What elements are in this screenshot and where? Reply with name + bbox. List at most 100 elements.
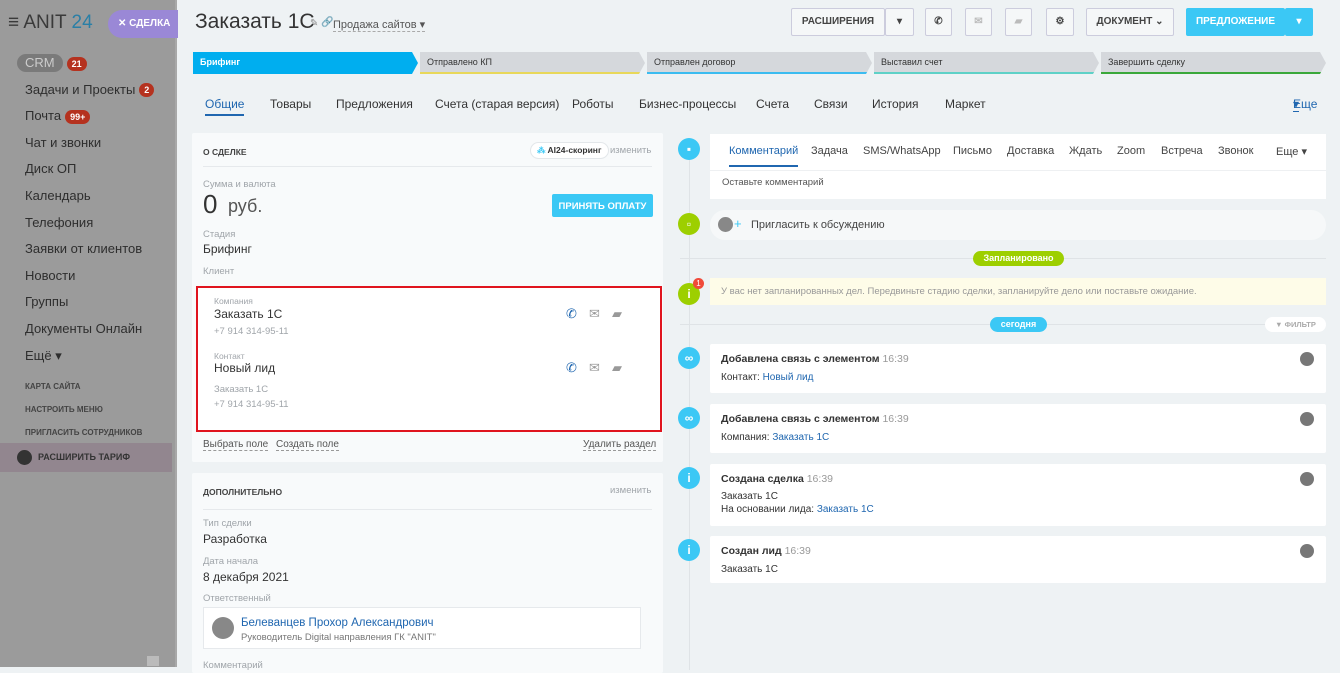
tab-wait[interactable]: Ждать (1069, 145, 1102, 157)
comment-input[interactable]: Оставьте комментарий (722, 177, 824, 188)
proposal-button[interactable]: ПРЕДЛОЖЕНИЕ (1186, 8, 1285, 36)
label: Ответственный (203, 593, 271, 604)
chat-icon[interactable]: ▰ (1005, 8, 1032, 36)
sidebar-item-calendar[interactable]: Календарь (0, 183, 177, 210)
responsible-name[interactable]: Белеванцев Прохор Александрович (241, 617, 434, 629)
phone-icon[interactable]: ✆ (566, 306, 577, 322)
edit-icon[interactable]: ✎ (310, 18, 318, 29)
stage-kp-sent[interactable]: Отправлено КП (420, 52, 645, 74)
tab-invoices[interactable]: Счета (756, 97, 789, 111)
label: Почта (25, 108, 62, 124)
phone-icon[interactable]: ✆ (566, 360, 577, 376)
event-link[interactable]: Заказать 1С (817, 504, 874, 515)
event-time: 16:39 (806, 473, 833, 485)
sidebar-item-news[interactable]: Новости (0, 263, 177, 290)
tab-proposals[interactable]: Предложения (336, 97, 413, 111)
sidebar-item-documents[interactable]: Документы Онлайн (0, 316, 177, 343)
mail-icon[interactable]: ✉ (589, 360, 600, 376)
label: Еще (1276, 146, 1299, 158)
sidebar-item-disk[interactable]: Диск ОП (0, 156, 177, 183)
filter-button[interactable]: ▼ ФИЛЬТР (1265, 317, 1326, 332)
tab-delivery[interactable]: Доставка (1007, 145, 1054, 157)
event-link[interactable]: Заказать 1С (772, 432, 829, 443)
tab-meeting[interactable]: Встреча (1161, 145, 1203, 157)
stage-briefing[interactable]: Брифинг (193, 52, 418, 74)
link-icon[interactable]: 🔗 (321, 17, 333, 28)
mail-icon[interactable]: ✉ (589, 306, 600, 322)
extensions-button[interactable]: РАСШИРЕНИЯ (791, 8, 885, 36)
tab-letter[interactable]: Письмо (953, 145, 992, 157)
category-select[interactable]: Продажа сайтов ▾ (333, 18, 426, 32)
print-icon[interactable] (147, 656, 159, 666)
contact-company: Заказать 1С (214, 384, 269, 395)
create-field-link[interactable]: Создать поле (276, 439, 339, 451)
tab-more[interactable]: Еще ▾ (1276, 145, 1307, 158)
sidebar-item-more[interactable]: Ещё ▾ (0, 343, 177, 370)
chat-icon[interactable]: ▰ (612, 306, 622, 322)
divider (203, 166, 652, 167)
stage-complete[interactable]: Завершить сделку (1101, 52, 1326, 74)
tab-history[interactable]: История (872, 97, 919, 111)
scoring-icon: ⁂ (537, 145, 548, 155)
invite-discussion[interactable]: + Пригласить к обсуждению (710, 210, 1326, 240)
sidebar-item-mail[interactable]: Почта 99+ (0, 103, 177, 130)
stage-contract-sent[interactable]: Отправлен договор (647, 52, 872, 74)
tab-general[interactable]: Общие (205, 97, 245, 116)
logo[interactable]: ≡ ANIT 24 (8, 12, 93, 34)
timeline-event: Добавлена связь с элементом 16:39 Компан… (710, 404, 1326, 453)
edit-link[interactable]: изменить (610, 485, 651, 496)
chat-icon[interactable]: ▰ (612, 360, 622, 376)
tab-robots[interactable]: Роботы (572, 97, 614, 111)
company-phone[interactable]: +7 914 314-95-11 (214, 326, 289, 337)
sidebar-item-requests[interactable]: Заявки от клиентов (0, 236, 177, 263)
tab-market[interactable]: Маркет (945, 97, 986, 111)
sidebar-item-telephony[interactable]: Телефония (0, 210, 177, 237)
mail-icon[interactable]: ✉ (965, 8, 992, 36)
phone-icon[interactable]: ✆ (925, 8, 952, 36)
sidebar-item-groups[interactable]: Группы (0, 289, 177, 316)
tab-comment[interactable]: Комментарий (729, 145, 799, 167)
deal-card: О СДЕЛКЕ ⁂ AI24-скоринг изменить Сумма и… (192, 133, 663, 462)
extensions-dropdown[interactable]: ▾ (885, 8, 914, 36)
timeline-event: Добавлена связь с элементом 16:39 Контак… (710, 344, 1326, 393)
tab-task[interactable]: Задача (811, 145, 848, 157)
tab-invoices-old[interactable]: Счета (старая версия) (435, 97, 559, 111)
configure-menu-link[interactable]: НАСТРОИТЬ МЕНЮ (25, 405, 103, 414)
edit-link[interactable]: изменить (610, 145, 651, 156)
tab-zoom[interactable]: Zoom (1117, 145, 1145, 157)
tab-products[interactable]: Товары (270, 97, 311, 111)
close-deal-tab[interactable]: ✕ СДЕЛКА (108, 10, 178, 38)
label: Задачи и Проекты (25, 81, 136, 97)
event-link[interactable]: Заказать 1С (721, 564, 778, 575)
tab-sms[interactable]: SMS/WhatsApp (863, 145, 941, 157)
proposal-dropdown[interactable]: ▾ (1285, 8, 1313, 36)
sidebar-item-tasks[interactable]: Задачи и Проекты 2 (0, 77, 177, 104)
contact-phone[interactable]: +7 914 314-95-11 (214, 399, 289, 410)
avatar (718, 217, 733, 232)
responsible-card[interactable]: Белеванцев Прохор Александрович Руководи… (203, 607, 641, 649)
invite-link[interactable]: ПРИГЛАСИТЬ СОТРУДНИКОВ (25, 428, 142, 437)
sitemap-link[interactable]: КАРТА САЙТА (25, 382, 81, 391)
tab-call[interactable]: Звонок (1218, 145, 1254, 157)
sidebar-item-chat[interactable]: Чат и звонки (0, 130, 177, 157)
gear-icon[interactable]: ⚙ (1046, 8, 1074, 36)
tab-more[interactable]: Еще ▾ (1293, 97, 1317, 112)
delete-section-link[interactable]: Удалить раздел (583, 439, 657, 451)
crown-icon (17, 450, 32, 465)
accept-payment-button[interactable]: ПРИНЯТЬ ОПЛАТУ (552, 194, 653, 217)
label: Комментарий (203, 660, 263, 671)
page-title: Заказать 1С (195, 10, 315, 33)
tab-links[interactable]: Связи (814, 97, 848, 111)
event-link[interactable]: Новый лид (763, 372, 814, 383)
document-button[interactable]: ДОКУМЕНТ ⌄ (1086, 8, 1174, 36)
sidebar-item-crm[interactable]: CRM 21 (0, 50, 177, 77)
select-field-link[interactable]: Выбрать поле (203, 439, 269, 451)
ai-scoring-button[interactable]: ⁂ AI24-скоринг (530, 142, 609, 159)
stage-invoice[interactable]: Выставил счет (874, 52, 1099, 74)
avatar (1300, 352, 1314, 366)
contact-name[interactable]: Новый лид (214, 361, 275, 375)
label: Клиент (203, 266, 235, 277)
extend-tariff-button[interactable]: РАСШИРИТЬ ТАРИФ (0, 443, 172, 472)
tab-bp[interactable]: Бизнес-процессы (639, 97, 736, 111)
company-name[interactable]: Заказать 1С (214, 307, 282, 321)
